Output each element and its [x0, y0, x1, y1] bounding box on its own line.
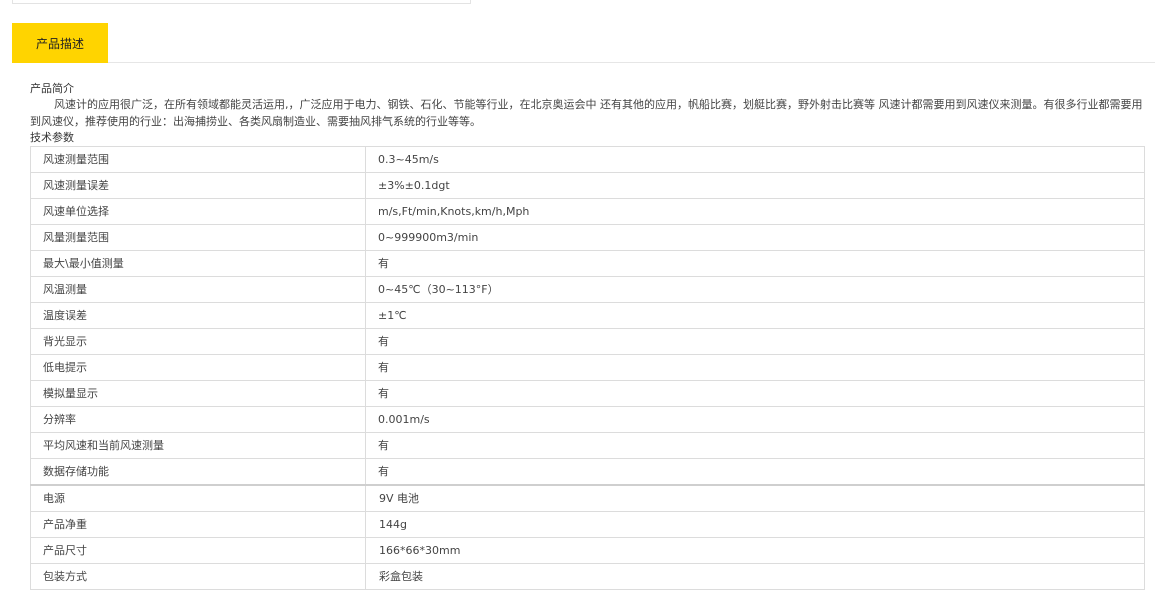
spec-value: 有 — [365, 458, 1145, 486]
table-row: 风速测量误差 ±3%±0.1dgt — [30, 172, 1145, 199]
table-row: 包装方式 彩盒包装 — [30, 563, 1145, 590]
spec-label: 风量测量范围 — [30, 224, 366, 251]
spec-value: ±1℃ — [365, 302, 1145, 329]
table-row: 低电提示有 — [30, 354, 1145, 381]
table-row: 风速单位选择 m/s,Ft/min,Knots,km/h,Mph — [30, 198, 1145, 225]
spec-value: 有 — [365, 250, 1145, 277]
spec-value: ±3%±0.1dgt — [365, 172, 1145, 199]
spec-label: 背光显示 — [30, 328, 366, 355]
table-row: 产品尺寸 166*66*30mm — [30, 537, 1145, 564]
table-row: 风量测量范围 0~999900m3/min — [30, 224, 1145, 251]
table-row: 背光显示有 — [30, 328, 1145, 355]
spec-label: 电源 — [30, 484, 366, 512]
spec-label: 产品尺寸 — [30, 537, 366, 564]
spec-label: 风速测量范围 — [30, 146, 366, 173]
spec-value: 有 — [365, 380, 1145, 407]
spec-value: 9V 电池 — [365, 484, 1145, 512]
spec-label: 分辨率 — [30, 406, 366, 433]
table-row: 模拟量显示有 — [30, 380, 1145, 407]
spec-value: m/s,Ft/min,Knots,km/h,Mph — [365, 198, 1145, 225]
intro-title: 产品简介 — [30, 82, 74, 95]
table-row: 温度误差 ±1℃ — [30, 302, 1145, 329]
spec-label: 温度误差 — [30, 302, 366, 329]
table-row: 风速测量范围 0.3~45m/s — [30, 146, 1145, 173]
table-row: 风温测量 0~45℃（30~113°F） — [30, 276, 1145, 303]
spec-table: 风速测量范围 0.3~45m/s 风速测量误差 ±3%±0.1dgt 风速单位选择 m… — [30, 146, 1145, 590]
spec-value: 0.001m/s — [365, 406, 1145, 433]
spec-value: 0~45℃（30~113°F） — [365, 276, 1145, 303]
table-row: 产品净重 144g — [30, 511, 1145, 538]
table-row: 平均风速和当前风速测量有 — [30, 432, 1145, 459]
table-row: 分辨率 0.001m/s — [30, 406, 1145, 433]
tab-product-description[interactable]: 产品描述 — [12, 23, 108, 63]
spec-label: 产品净重 — [30, 511, 366, 538]
product-description-content: 产品简介 风速计的应用很广泛，在所有领域都能灵活运用,，广泛应用于电力、钢铁、石… — [30, 82, 1155, 590]
spec-value: 有 — [365, 328, 1145, 355]
tab-bar: 产品描述 — [12, 23, 1155, 63]
spec-label: 平均风速和当前风速测量 — [30, 432, 366, 459]
spec-value: 0.3~45m/s — [365, 146, 1145, 173]
spec-value: 有 — [365, 354, 1145, 381]
spec-label: 模拟量显示 — [30, 380, 366, 407]
spec-label: 风速测量误差 — [30, 172, 366, 199]
table-row: 最大\最小值测量有 — [30, 250, 1145, 277]
spec-label: 最大\最小值测量 — [30, 250, 366, 277]
top-panel-edge — [12, 0, 471, 4]
spec-value: 彩盒包装 — [365, 563, 1145, 590]
intro-text: 风速计的应用很广泛，在所有领域都能灵活运用,，广泛应用于电力、钢铁、石化、节能等… — [30, 98, 1143, 128]
spec-label: 风速单位选择 — [30, 198, 366, 225]
spec-label: 包装方式 — [30, 563, 366, 590]
table-row: 数据存储功能有 — [30, 458, 1145, 486]
spec-label: 风温测量 — [30, 276, 366, 303]
spec-value: 有 — [365, 432, 1145, 459]
spec-value: 144g — [365, 511, 1145, 538]
spec-value: 0~999900m3/min — [365, 224, 1145, 251]
spec-title: 技术参数 — [30, 131, 74, 144]
table-row: 电源 9V 电池 — [30, 484, 1145, 512]
spec-value: 166*66*30mm — [365, 537, 1145, 564]
spec-label: 数据存储功能 — [30, 458, 366, 486]
spec-label: 低电提示 — [30, 354, 366, 381]
